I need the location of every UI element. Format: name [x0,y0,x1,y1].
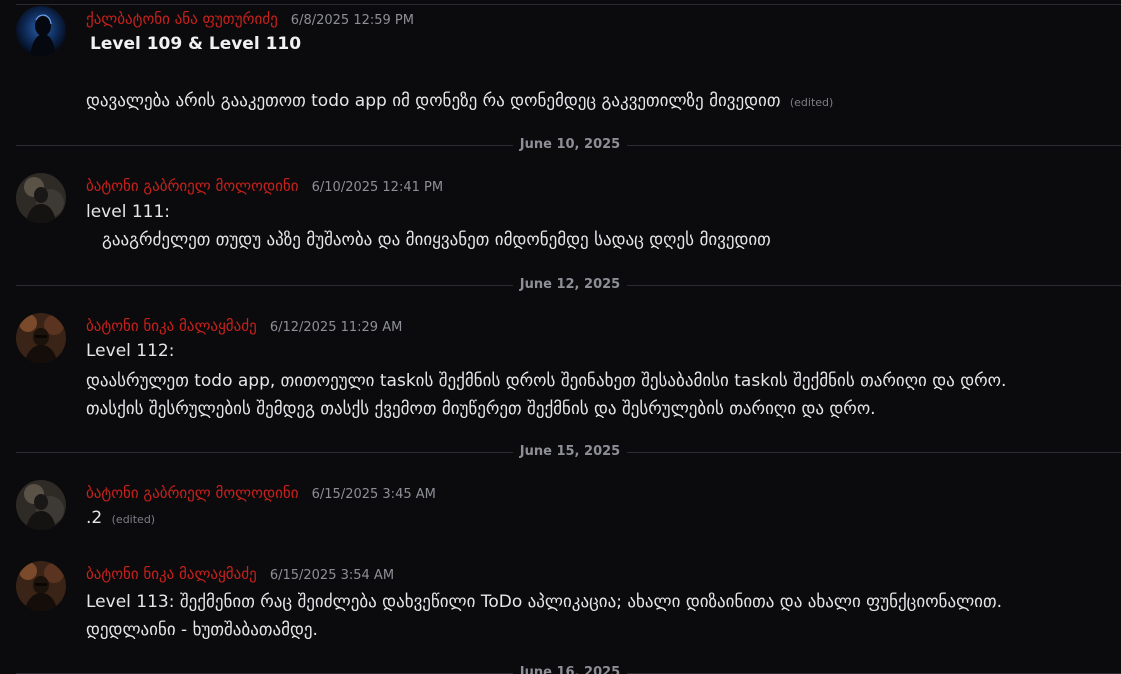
chat-message-list: ქალბატონი ანა ფუთურიძე 6/8/2025 12:59 PM… [0,0,1121,674]
author-name[interactable]: ბატონი ნიკა მალაყმაძე [86,317,257,335]
avatar[interactable] [16,173,66,223]
author-name[interactable]: ბატონი გაბრიელ მოლოდინი [86,177,299,195]
top-divider [16,4,1121,5]
avatar[interactable] [16,561,66,611]
timestamp: 6/8/2025 12:59 PM [290,13,414,28]
message-text: დედლაინი - ხუთშაბათამდე. [86,620,318,640]
timestamp: 6/15/2025 3:54 AM [269,568,395,583]
avatar[interactable] [16,313,66,363]
date-divider-label: June 15, 2025 [513,444,627,459]
date-divider-label: June 12, 2025 [513,277,627,292]
timestamp: 6/10/2025 12:41 PM [311,180,444,195]
message-text: თასქის შესრულების შემდეგ თასქს ქვემოთ მი… [86,399,876,419]
message-title: Level 109 & Level 110 [90,34,302,54]
message-text: დავალება არის გააკეთოთ todo app იმ დონეზ… [86,91,781,111]
timestamp: 6/15/2025 3:45 AM [311,487,436,502]
message-body: დავალება არის გააკეთოთ todo app იმ დონეზ… [86,91,833,111]
avatar[interactable] [16,6,66,56]
edited-label: (edited) [789,96,834,109]
author-name[interactable]: ქალბატონი ანა ფუთურიძე [86,10,278,28]
date-divider-label: June 16, 2025 [513,665,627,674]
date-divider-label: June 10, 2025 [513,137,627,152]
message-text: დაასრულეთ todo app, თითოეული taskის შექმ… [86,371,1007,391]
date-divider: June 15, 2025 [16,443,1121,463]
edited-label: (edited) [111,513,156,526]
date-divider: June 12, 2025 [16,276,1121,296]
message-text: level 111: [86,202,171,222]
timestamp: 6/12/2025 11:29 AM [269,320,403,335]
author-name[interactable]: ბატონი ნიკა მალაყმაძე [86,565,257,583]
date-divider: June 16, 2025 [16,664,1121,674]
message-text: .2 [86,508,103,528]
message-text: Level 113: შექმენით რაც შეიძლება დახვეწი… [86,592,1002,612]
message-body: .2 (edited) [86,508,155,528]
date-divider: June 10, 2025 [16,136,1121,156]
message-text: Level 112: [86,341,175,361]
author-name[interactable]: ბატონი გაბრიელ მოლოდინი [86,484,299,502]
message-text: გააგრძელეთ თუდუ აპზე მუშაობა და მიიყვანე… [102,230,771,250]
avatar[interactable] [16,480,66,530]
